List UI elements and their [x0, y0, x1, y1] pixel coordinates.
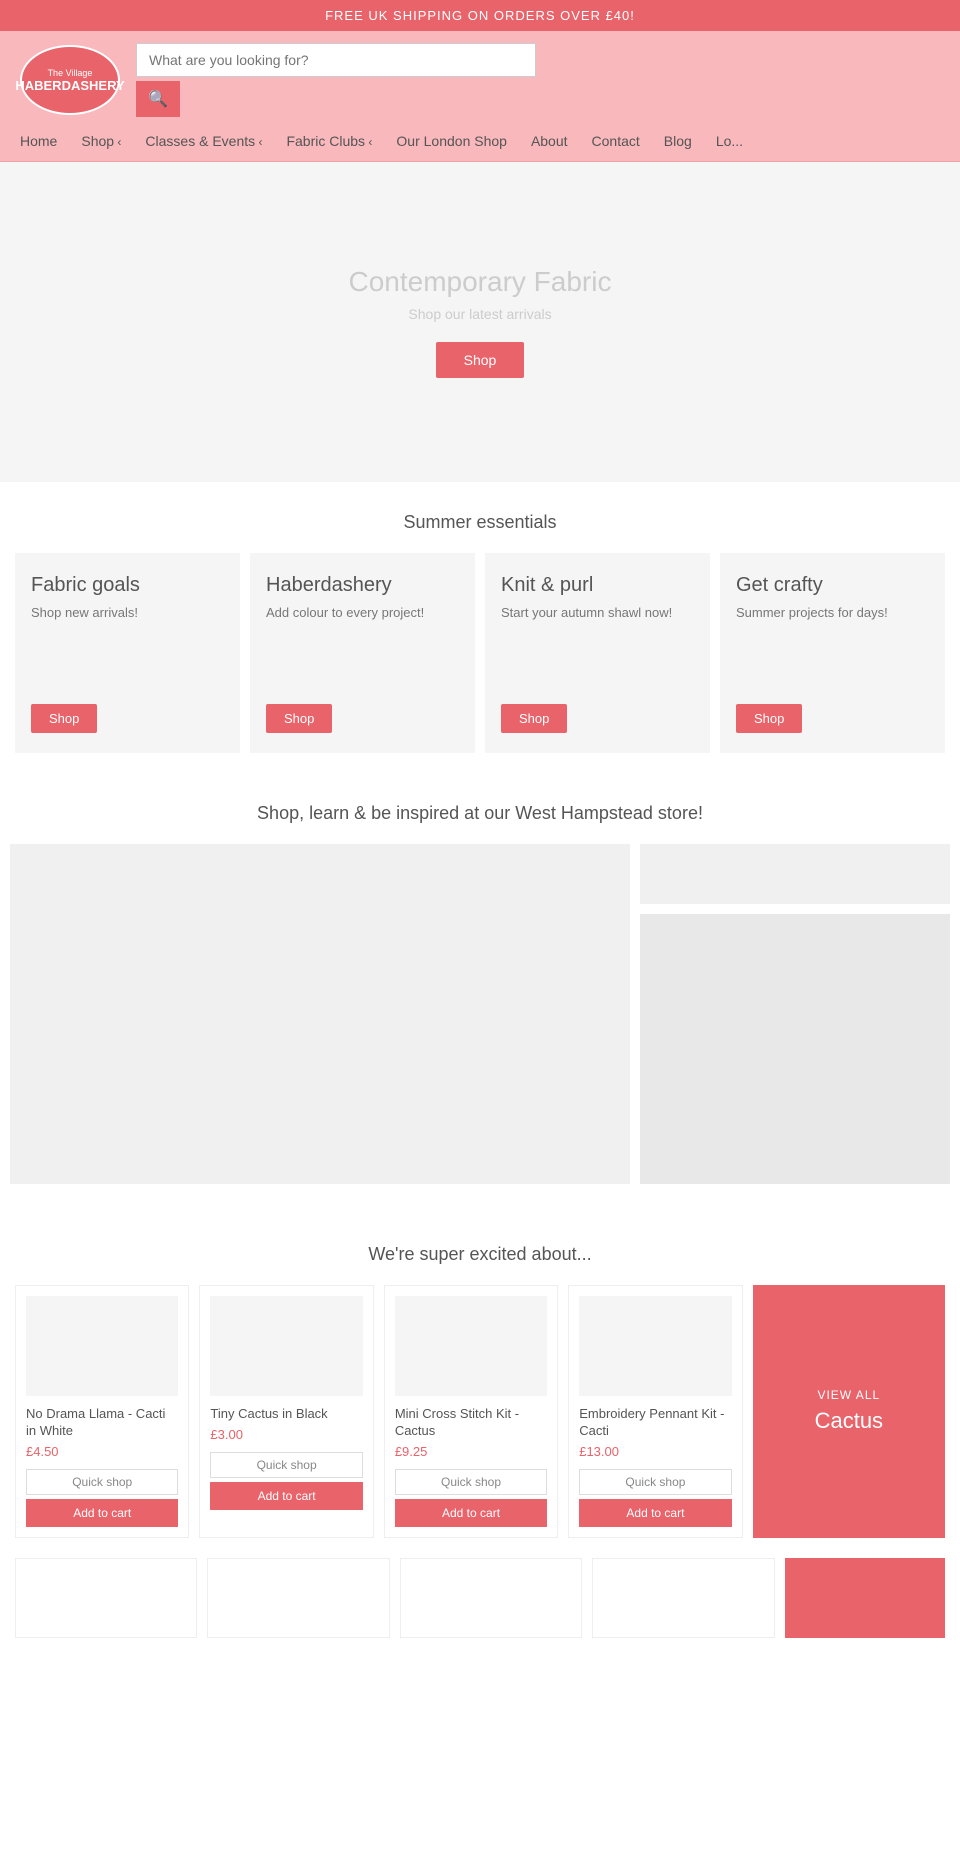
store-section: [0, 844, 960, 1214]
product-image-3: [579, 1296, 731, 1396]
product-price-3: £13.00: [579, 1444, 731, 1459]
bottom-card-1: [207, 1558, 389, 1638]
cat-desc-1: Add colour to every project!: [266, 605, 459, 688]
logo-top-text: The Village: [48, 68, 93, 78]
bottom-card-pink: [785, 1558, 945, 1638]
bottom-card-2: [400, 1558, 582, 1638]
product-card-2: Mini Cross Stitch Kit - Cactus £9.25 Qui…: [384, 1285, 558, 1538]
summer-section-title: Summer essentials: [0, 482, 960, 553]
view-all-title: Cactus: [815, 1408, 883, 1434]
add-cart-btn-0[interactable]: Add to cart: [26, 1499, 178, 1527]
cat-card-fabric: Fabric goals Shop new arrivals! Shop: [15, 553, 240, 753]
store-main-image: [10, 844, 630, 1184]
excited-section-title: We're super excited about...: [0, 1214, 960, 1285]
cat-desc-0: Shop new arrivals!: [31, 605, 224, 688]
product-card-0: No Drama Llama - Cacti in White £4.50 Qu…: [15, 1285, 189, 1538]
nav-login[interactable]: Lo...: [716, 129, 743, 153]
cat-shop-btn-2[interactable]: Shop: [501, 704, 567, 733]
quick-shop-btn-2[interactable]: Quick shop: [395, 1469, 547, 1495]
product-name-0: No Drama Llama - Cacti in White: [26, 1406, 178, 1440]
top-banner: FREE UK SHIPPING ON ORDERS OVER £40!: [0, 0, 960, 31]
main-nav: Home Shop Classes & Events Fabric Clubs …: [0, 129, 960, 162]
search-button[interactable]: 🔍: [136, 81, 180, 117]
cat-title-2: Knit & purl: [501, 573, 694, 597]
cat-title-0: Fabric goals: [31, 573, 224, 597]
search-bar: 🔍: [136, 43, 940, 117]
products-row: No Drama Llama - Cacti in White £4.50 Qu…: [0, 1285, 960, 1558]
nav-contact[interactable]: Contact: [592, 129, 640, 153]
cat-shop-btn-3[interactable]: Shop: [736, 704, 802, 733]
search-input[interactable]: [136, 43, 536, 77]
cat-desc-3: Summer projects for days!: [736, 605, 929, 688]
product-price-2: £9.25: [395, 1444, 547, 1459]
nav-classes[interactable]: Classes & Events: [145, 129, 262, 153]
hero-shop-button[interactable]: Shop: [436, 342, 525, 378]
search-input-row: [136, 43, 940, 77]
hero-section: Contemporary Fabric Shop our latest arri…: [0, 162, 960, 482]
view-all-card[interactable]: VIEW ALL Cactus: [753, 1285, 945, 1538]
cat-title-1: Haberdashery: [266, 573, 459, 597]
add-cart-btn-1[interactable]: Add to cart: [210, 1482, 362, 1510]
product-name-1: Tiny Cactus in Black: [210, 1406, 362, 1423]
quick-shop-btn-1[interactable]: Quick shop: [210, 1452, 362, 1478]
hero-title: Contemporary Fabric: [349, 266, 612, 298]
hero-subtitle: Shop our latest arrivals: [408, 306, 551, 322]
product-image-2: [395, 1296, 547, 1396]
cat-card-crafty: Get crafty Summer projects for days! Sho…: [720, 553, 945, 753]
nav-about[interactable]: About: [531, 129, 568, 153]
add-cart-btn-2[interactable]: Add to cart: [395, 1499, 547, 1527]
cat-shop-btn-1[interactable]: Shop: [266, 704, 332, 733]
store-side-image-2: [640, 914, 950, 1184]
product-name-3: Embroidery Pennant Kit - Cacti: [579, 1406, 731, 1440]
nav-blog[interactable]: Blog: [664, 129, 692, 153]
product-price-0: £4.50: [26, 1444, 178, 1459]
nav-shop[interactable]: Shop: [81, 129, 121, 153]
product-card-1: Tiny Cactus in Black £3.00 Quick shop Ad…: [199, 1285, 373, 1538]
bottom-card-0: [15, 1558, 197, 1638]
store-side-image-1: [640, 844, 950, 904]
product-image-1: [210, 1296, 362, 1396]
store-images: [10, 844, 950, 1184]
bottom-row: [0, 1558, 960, 1648]
product-card-3: Embroidery Pennant Kit - Cacti £13.00 Qu…: [568, 1285, 742, 1538]
cat-title-3: Get crafty: [736, 573, 929, 597]
store-section-title: Shop, learn & be inspired at our West Ha…: [0, 773, 960, 844]
category-row: Fabric goals Shop new arrivals! Shop Hab…: [0, 553, 960, 773]
nav-london-shop[interactable]: Our London Shop: [396, 129, 507, 153]
product-price-1: £3.00: [210, 1427, 362, 1442]
cat-shop-btn-0[interactable]: Shop: [31, 704, 97, 733]
cat-card-haberdashery: Haberdashery Add colour to every project…: [250, 553, 475, 753]
store-side-images: [640, 844, 950, 1184]
banner-text: FREE UK SHIPPING ON ORDERS OVER £40!: [325, 8, 635, 23]
logo[interactable]: The Village HABERDASHERY: [20, 45, 120, 115]
cat-card-knit: Knit & purl Start your autumn shawl now!…: [485, 553, 710, 753]
logo-main-text: HABERDASHERY: [15, 78, 124, 93]
quick-shop-btn-0[interactable]: Quick shop: [26, 1469, 178, 1495]
view-all-label: VIEW ALL: [817, 1388, 880, 1402]
header: The Village HABERDASHERY 🔍: [0, 31, 960, 129]
cat-desc-2: Start your autumn shawl now!: [501, 605, 694, 688]
bottom-card-3: [592, 1558, 774, 1638]
product-name-2: Mini Cross Stitch Kit - Cactus: [395, 1406, 547, 1440]
quick-shop-btn-3[interactable]: Quick shop: [579, 1469, 731, 1495]
product-image-0: [26, 1296, 178, 1396]
nav-home[interactable]: Home: [20, 129, 57, 153]
nav-fabric-clubs[interactable]: Fabric Clubs: [286, 129, 372, 153]
add-cart-btn-3[interactable]: Add to cart: [579, 1499, 731, 1527]
